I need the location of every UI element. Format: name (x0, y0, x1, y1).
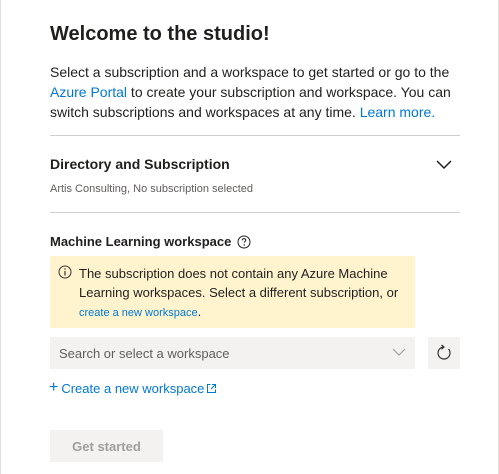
plus-icon: + (49, 379, 59, 396)
workspace-label: Machine Learning workspace (50, 234, 251, 249)
refresh-icon (437, 344, 451, 360)
get-started-button[interactable]: Get started (50, 430, 163, 462)
create-workspace-label: Create a new workspace (61, 380, 205, 396)
help-circle-icon[interactable] (237, 235, 251, 249)
no-workspace-warning: The subscription does not contain any Az… (50, 256, 415, 328)
warning-text-end: . (197, 304, 202, 319)
learn-more-link[interactable]: Learn more. (360, 104, 435, 120)
intro-text-part1: Select a subscription and a workspace to… (50, 64, 450, 80)
workspace-select-placeholder: Search or select a workspace (59, 345, 230, 361)
azure-portal-link[interactable]: Azure Portal (50, 84, 127, 100)
workspace-select[interactable]: Search or select a workspace (50, 337, 415, 369)
create-workspace-inline-link[interactable]: create a new workspace (79, 307, 198, 319)
workspace-label-text: Machine Learning workspace (50, 234, 232, 249)
chevron-down-icon[interactable] (434, 157, 454, 173)
panel-border-left (0, 0, 1, 474)
divider-top (50, 135, 460, 136)
intro-text: Select a subscription and a workspace to… (50, 62, 462, 122)
refresh-button[interactable] (428, 337, 460, 369)
directory-subscription-summary: Artis Consulting, No subscription select… (50, 183, 253, 195)
page-title: Welcome to the studio! (50, 23, 270, 45)
divider-middle (50, 212, 460, 213)
directory-subscription-title[interactable]: Directory and Subscription (50, 156, 230, 172)
welcome-panel: Welcome to the studio! Select a subscrip… (0, 0, 499, 474)
warning-text: The subscription does not contain any Az… (79, 266, 399, 300)
external-link-icon (207, 383, 217, 393)
create-workspace-link[interactable]: + Create a new workspace (49, 380, 217, 396)
info-icon (58, 265, 72, 279)
chevron-down-icon[interactable] (392, 346, 406, 358)
